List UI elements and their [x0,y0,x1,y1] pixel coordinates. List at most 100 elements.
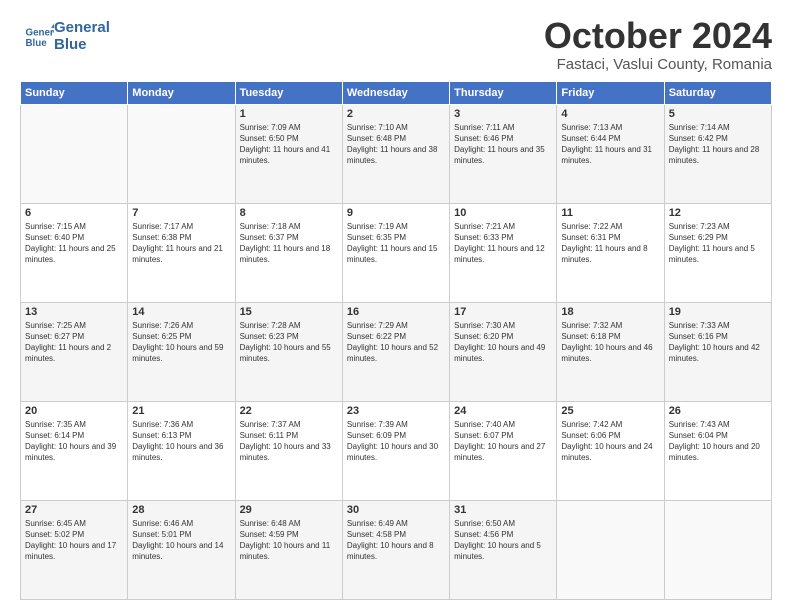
weekday-header-thursday: Thursday [450,81,557,104]
day-cell [128,104,235,203]
day-info: Sunrise: 7:13 AM Sunset: 6:44 PM Dayligh… [561,122,659,167]
day-info: Sunrise: 7:19 AM Sunset: 6:35 PM Dayligh… [347,221,445,266]
day-cell: 9 Sunrise: 7:19 AM Sunset: 6:35 PM Daylig… [342,203,449,302]
day-number: 7 [132,207,230,219]
day-cell: 7 Sunrise: 7:17 AM Sunset: 6:38 PM Daylig… [128,203,235,302]
day-info: Sunrise: 7:42 AM Sunset: 6:06 PM Dayligh… [561,419,659,464]
day-cell: 28 Sunrise: 6:46 AM Sunset: 5:01 PM Dayli… [128,500,235,599]
day-info: Sunrise: 7:30 AM Sunset: 6:20 PM Dayligh… [454,320,552,365]
day-cell: 26 Sunrise: 7:43 AM Sunset: 6:04 PM Dayli… [664,401,771,500]
day-cell: 17 Sunrise: 7:30 AM Sunset: 6:20 PM Dayli… [450,302,557,401]
day-cell: 21 Sunrise: 7:36 AM Sunset: 6:13 PM Dayli… [128,401,235,500]
day-number: 21 [132,405,230,417]
day-number: 26 [669,405,767,417]
day-number: 16 [347,306,445,318]
weekday-header-tuesday: Tuesday [235,81,342,104]
day-cell: 31 Sunrise: 6:50 AM Sunset: 4:56 PM Dayli… [450,500,557,599]
day-cell: 12 Sunrise: 7:23 AM Sunset: 6:29 PM Dayli… [664,203,771,302]
day-info: Sunrise: 7:25 AM Sunset: 6:27 PM Dayligh… [25,320,123,365]
day-number: 25 [561,405,659,417]
day-number: 17 [454,306,552,318]
logo-line1: General [54,20,110,37]
day-cell: 11Sunrise: 7:22 AM Sunset: 6:31 PM Dayli… [557,203,664,302]
day-number: 29 [240,504,338,516]
day-cell: 22 Sunrise: 7:37 AM Sunset: 6:11 PM Dayli… [235,401,342,500]
day-number: 10 [454,207,552,219]
day-cell: 20Sunrise: 7:35 AM Sunset: 6:14 PM Dayli… [21,401,128,500]
page: General Blue General Blue October 2024 F… [0,0,792,612]
title-area: October 2024 Fastaci, Vaslui County, Rom… [544,16,772,73]
day-info: Sunrise: 7:29 AM Sunset: 6:22 PM Dayligh… [347,320,445,365]
day-info: Sunrise: 7:21 AM Sunset: 6:33 PM Dayligh… [454,221,552,266]
day-cell: 23Sunrise: 7:39 AM Sunset: 6:09 PM Dayli… [342,401,449,500]
day-info: Sunrise: 6:50 AM Sunset: 4:56 PM Dayligh… [454,518,552,563]
day-cell: 27Sunrise: 6:45 AM Sunset: 5:02 PM Dayli… [21,500,128,599]
weekday-header-friday: Friday [557,81,664,104]
day-info: Sunrise: 7:37 AM Sunset: 6:11 PM Dayligh… [240,419,338,464]
day-number: 11 [561,207,659,219]
calendar-table: SundayMondayTuesdayWednesdayThursdayFrid… [20,81,772,600]
day-cell: 25 Sunrise: 7:42 AM Sunset: 6:06 PM Dayli… [557,401,664,500]
day-info: Sunrise: 7:28 AM Sunset: 6:23 PM Dayligh… [240,320,338,365]
day-number: 28 [132,504,230,516]
day-cell: 13Sunrise: 7:25 AM Sunset: 6:27 PM Dayli… [21,302,128,401]
day-info: Sunrise: 6:46 AM Sunset: 5:01 PM Dayligh… [132,518,230,563]
day-number: 12 [669,207,767,219]
day-cell: 3Sunrise: 7:11 AM Sunset: 6:46 PM Daylig… [450,104,557,203]
day-number: 4 [561,108,659,120]
day-info: Sunrise: 6:48 AM Sunset: 4:59 PM Dayligh… [240,518,338,563]
day-number: 30 [347,504,445,516]
day-info: Sunrise: 7:32 AM Sunset: 6:18 PM Dayligh… [561,320,659,365]
day-cell: 24 Sunrise: 7:40 AM Sunset: 6:07 PM Dayli… [450,401,557,500]
day-info: Sunrise: 7:17 AM Sunset: 6:38 PM Dayligh… [132,221,230,266]
week-row-2: 6Sunrise: 7:15 AM Sunset: 6:40 PM Daylig… [21,203,772,302]
day-number: 9 [347,207,445,219]
day-info: Sunrise: 7:33 AM Sunset: 6:16 PM Dayligh… [669,320,767,365]
header: General Blue General Blue October 2024 F… [20,16,772,73]
day-number: 24 [454,405,552,417]
day-info: Sunrise: 7:43 AM Sunset: 6:04 PM Dayligh… [669,419,767,464]
day-cell [21,104,128,203]
day-number: 6 [25,207,123,219]
week-row-5: 27Sunrise: 6:45 AM Sunset: 5:02 PM Dayli… [21,500,772,599]
day-number: 22 [240,405,338,417]
day-info: Sunrise: 7:39 AM Sunset: 6:09 PM Dayligh… [347,419,445,464]
day-info: Sunrise: 7:23 AM Sunset: 6:29 PM Dayligh… [669,221,767,266]
day-cell: 18 Sunrise: 7:32 AM Sunset: 6:18 PM Dayli… [557,302,664,401]
svg-text:Blue: Blue [26,38,48,49]
day-info: Sunrise: 7:14 AM Sunset: 6:42 PM Dayligh… [669,122,767,167]
day-info: Sunrise: 7:40 AM Sunset: 6:07 PM Dayligh… [454,419,552,464]
day-cell: 14 Sunrise: 7:26 AM Sunset: 6:25 PM Dayli… [128,302,235,401]
day-cell: 4 Sunrise: 7:13 AM Sunset: 6:44 PM Daylig… [557,104,664,203]
week-row-1: 1 Sunrise: 7:09 AM Sunset: 6:50 PM Daylig… [21,104,772,203]
location: Fastaci, Vaslui County, Romania [544,56,772,73]
day-cell: 15Sunrise: 7:28 AM Sunset: 6:23 PM Dayli… [235,302,342,401]
day-number: 31 [454,504,552,516]
weekday-header-wednesday: Wednesday [342,81,449,104]
logo: General Blue General Blue [20,20,110,53]
day-info: Sunrise: 6:49 AM Sunset: 4:58 PM Dayligh… [347,518,445,563]
day-info: Sunrise: 7:09 AM Sunset: 6:50 PM Dayligh… [240,122,338,167]
svg-text:General: General [26,27,55,38]
week-row-4: 20Sunrise: 7:35 AM Sunset: 6:14 PM Dayli… [21,401,772,500]
day-info: Sunrise: 7:36 AM Sunset: 6:13 PM Dayligh… [132,419,230,464]
day-cell: 6Sunrise: 7:15 AM Sunset: 6:40 PM Daylig… [21,203,128,302]
day-number: 14 [132,306,230,318]
day-cell: 8Sunrise: 7:18 AM Sunset: 6:37 PM Daylig… [235,203,342,302]
day-cell: 16 Sunrise: 7:29 AM Sunset: 6:22 PM Dayli… [342,302,449,401]
day-info: Sunrise: 7:11 AM Sunset: 6:46 PM Dayligh… [454,122,552,167]
day-cell: 30 Sunrise: 6:49 AM Sunset: 4:58 PM Dayli… [342,500,449,599]
day-info: Sunrise: 6:45 AM Sunset: 5:02 PM Dayligh… [25,518,123,563]
day-number: 2 [347,108,445,120]
day-number: 18 [561,306,659,318]
weekday-header-monday: Monday [128,81,235,104]
day-cell: 29 Sunrise: 6:48 AM Sunset: 4:59 PM Dayli… [235,500,342,599]
logo-icon: General Blue [24,22,54,52]
day-number: 19 [669,306,767,318]
day-info: Sunrise: 7:26 AM Sunset: 6:25 PM Dayligh… [132,320,230,365]
day-info: Sunrise: 7:35 AM Sunset: 6:14 PM Dayligh… [25,419,123,464]
day-number: 5 [669,108,767,120]
day-cell: 19 Sunrise: 7:33 AM Sunset: 6:16 PM Dayli… [664,302,771,401]
day-cell [664,500,771,599]
day-number: 1 [240,108,338,120]
